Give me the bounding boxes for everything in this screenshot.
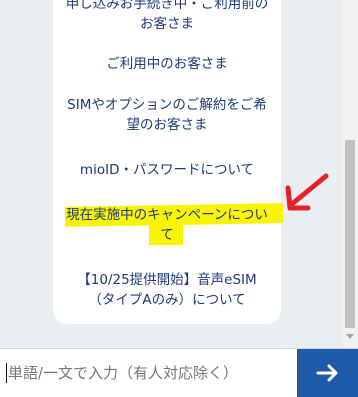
scroll-down-icon[interactable] (346, 334, 354, 339)
scrollbar-thumb[interactable] (345, 140, 355, 328)
red-arrow-annotation (285, 173, 329, 211)
text-caret (6, 363, 7, 383)
menu-option-mioid-password[interactable]: mioID・パスワードについて (53, 160, 281, 180)
menu-option-current-customers[interactable]: ご利用中のお客さま (53, 54, 281, 74)
send-arrow-icon (316, 364, 337, 382)
menu-option-campaign[interactable]: 現在実施中のキャンペーンについ て (53, 205, 281, 245)
menu-option-esim[interactable]: 【10/25提供開始】音声eSIM （タイプAのみ）について (53, 270, 281, 310)
message-input[interactable] (0, 349, 296, 397)
composer-bar (0, 348, 358, 397)
scrollbar[interactable] (342, 0, 358, 347)
menu-option-applying[interactable]: 申し込みお手続き中・ご利用前の お客さま (53, 0, 281, 34)
menu-option-cancellation[interactable]: SIMやオプションのご解約をご希 望のお客さま (53, 95, 281, 135)
menu-card: 申し込みお手続き中・ご利用前の お客さま ご利用中のお客さま SIMやオプション… (53, 0, 284, 324)
send-button[interactable] (297, 349, 358, 397)
